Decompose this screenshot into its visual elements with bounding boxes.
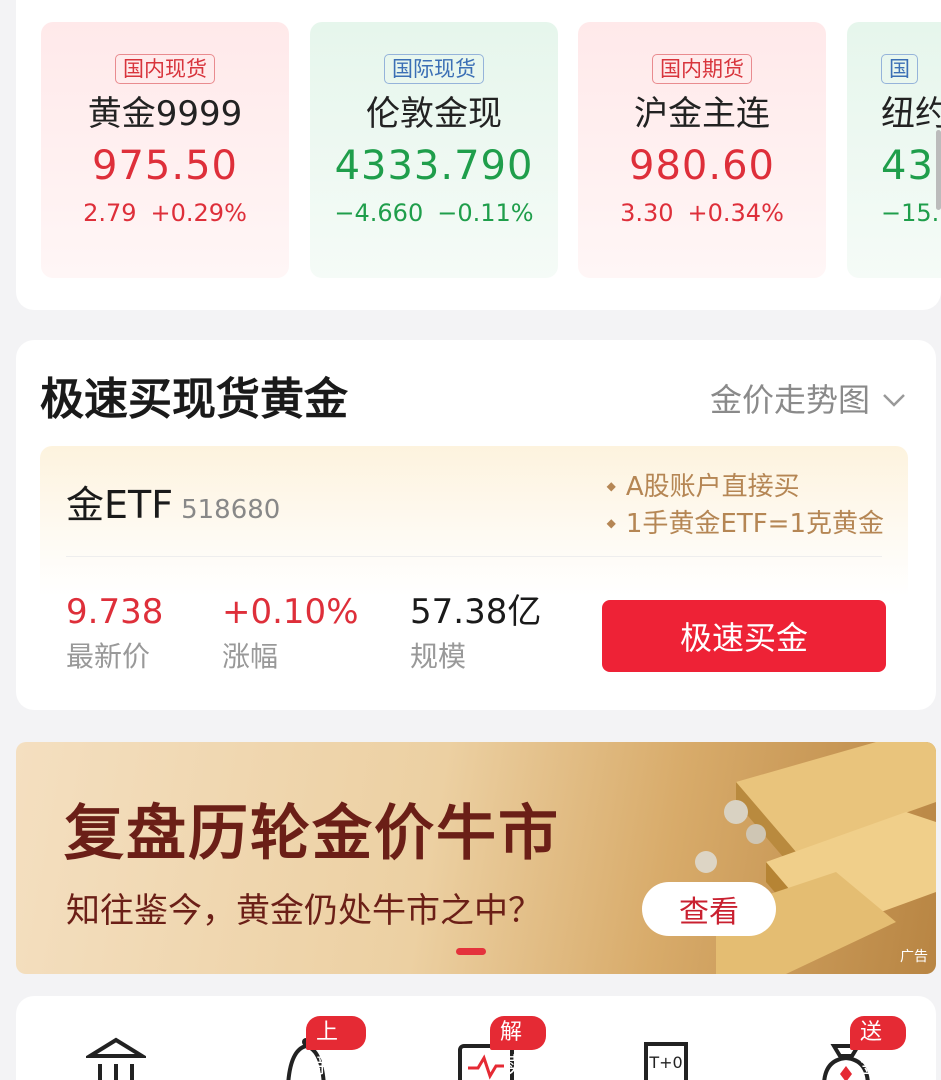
etf-feature-list: A股账户直接买 1手黄金ETF=1克黄金 bbox=[607, 468, 884, 542]
horizontal-scrollbar[interactable] bbox=[936, 130, 941, 210]
t0-icon: T+0 bbox=[644, 1042, 688, 1080]
ticker-price: 975.50 bbox=[92, 143, 238, 189]
bank-icon bbox=[86, 1037, 146, 1080]
etf-feature: 1手黄金ETF=1克黄金 bbox=[607, 505, 884, 542]
ticker-name: 沪金主连 bbox=[634, 94, 770, 134]
ticker-change-value: −4.660 bbox=[334, 199, 424, 227]
ticker-change: −15. bbox=[881, 198, 941, 228]
etf-code: 518680 bbox=[181, 495, 281, 525]
section-title: 极速买现货黄金 bbox=[40, 374, 348, 425]
ticker-price: 43 bbox=[881, 143, 934, 189]
nav-item-interpret[interactable]: 解读 bbox=[426, 996, 546, 1080]
ticker-tag: 国际现货 bbox=[384, 54, 484, 84]
chevron-down-icon bbox=[883, 394, 905, 407]
banner-subtitle: 知往鉴今，黄金仍处牛市之中？ bbox=[66, 891, 542, 931]
stat-value: +0.10% bbox=[222, 592, 359, 632]
ticker-tag: 国 bbox=[881, 54, 918, 84]
ad-label: 广告 bbox=[900, 949, 928, 965]
stat-change-pct: +0.10% 涨幅 bbox=[222, 592, 359, 674]
nav-item-t0[interactable]: T+0 bbox=[606, 996, 726, 1080]
stat-value: 9.738 bbox=[66, 592, 164, 632]
stat-value: 57.38亿 bbox=[410, 592, 542, 632]
ticker-change-value: −15. bbox=[881, 199, 940, 227]
stat-scale: 57.38亿 规模 bbox=[410, 592, 541, 674]
ticker-change-pct: +0.34% bbox=[687, 199, 784, 227]
svg-text:T+0: T+0 bbox=[648, 1053, 682, 1072]
stat-latest-price: 9.738 最新价 bbox=[66, 592, 163, 674]
carousel-indicator[interactable] bbox=[456, 948, 486, 955]
fast-buy-gold-button[interactable]: 极速买金 bbox=[602, 600, 886, 672]
bottom-feature-bar: 上新 解读 T+0 送金 bbox=[16, 996, 936, 1080]
ticker-price: 4333.790 bbox=[334, 143, 534, 189]
stat-label: 规模 bbox=[410, 640, 467, 673]
ticker-name: 纽约 bbox=[881, 94, 941, 134]
gold-trend-chart-toggle[interactable]: 金价走势图 bbox=[710, 378, 906, 422]
ticker-tag: 国内期货 bbox=[652, 54, 752, 84]
nav-item-gift-gold[interactable]: 送金 bbox=[786, 996, 906, 1080]
ticker-card-london-gold[interactable]: 国际现货 伦敦金现 4333.790 −4.660 −0.11% bbox=[310, 22, 558, 278]
stat-label: 最新价 bbox=[66, 640, 151, 673]
ticker-name: 黄金9999 bbox=[87, 94, 243, 134]
banner-headline: 复盘历轮金价牛市 bbox=[64, 799, 560, 869]
ticker-change-value: 3.30 bbox=[620, 199, 674, 227]
nav-item-new[interactable]: 上新 bbox=[246, 996, 366, 1080]
ticker-card-shfe-gold[interactable]: 国内期货 沪金主连 980.60 3.30 +0.34% bbox=[578, 22, 826, 278]
ticker-card-gold9999[interactable]: 国内现货 黄金9999 975.50 2.79 +0.29% bbox=[41, 22, 289, 278]
view-button[interactable]: 查看 bbox=[642, 882, 776, 936]
ticker-tag: 国内现货 bbox=[115, 54, 215, 84]
ticker-change: 2.79 +0.29% bbox=[41, 198, 289, 228]
ticker-change-value: 2.79 bbox=[83, 199, 137, 227]
badge-gift-gold: 送金 bbox=[850, 1016, 906, 1079]
trend-link-label: 金价走势图 bbox=[709, 381, 870, 419]
etf-title: 金ETF 518680 bbox=[66, 482, 280, 533]
fast-buy-gold-panel: 极速买现货黄金 金价走势图 金ETF518680 A股账户直接买 1手黄金ETF… bbox=[16, 340, 936, 710]
ticker-change: 3.30 +0.34% bbox=[578, 198, 826, 228]
promo-banner[interactable]: 复盘历轮金价牛市 知往鉴今，黄金仍处牛市之中？ 查看 广告 bbox=[16, 742, 936, 974]
ticker-change-pct: −0.11% bbox=[437, 199, 534, 227]
etf-name: 金ETF bbox=[66, 483, 174, 527]
gold-etf-card[interactable]: 金ETF518680 A股账户直接买 1手黄金ETF=1克黄金 9.738 最新… bbox=[40, 446, 908, 696]
ticker-name: 伦敦金现 bbox=[366, 94, 502, 134]
gold-bars-image bbox=[695, 742, 936, 974]
ticker-panel: 国内现货 黄金9999 975.50 2.79 +0.29% 国际现货 伦敦金现 … bbox=[16, 0, 941, 310]
ticker-price: 980.60 bbox=[629, 143, 775, 189]
ticker-change-pct: +0.29% bbox=[150, 199, 247, 227]
divider bbox=[66, 556, 882, 557]
badge-interpret: 解读 bbox=[490, 1016, 546, 1079]
ticker-card-ny-gold[interactable]: 国 纽约 43 −15. bbox=[847, 22, 941, 278]
nav-item-bank[interactable] bbox=[56, 996, 176, 1080]
stat-label: 涨幅 bbox=[222, 640, 279, 673]
ticker-change: −4.660 −0.11% bbox=[310, 198, 558, 228]
etf-feature: A股账户直接买 bbox=[607, 468, 884, 505]
badge-new: 上新 bbox=[306, 1016, 366, 1079]
